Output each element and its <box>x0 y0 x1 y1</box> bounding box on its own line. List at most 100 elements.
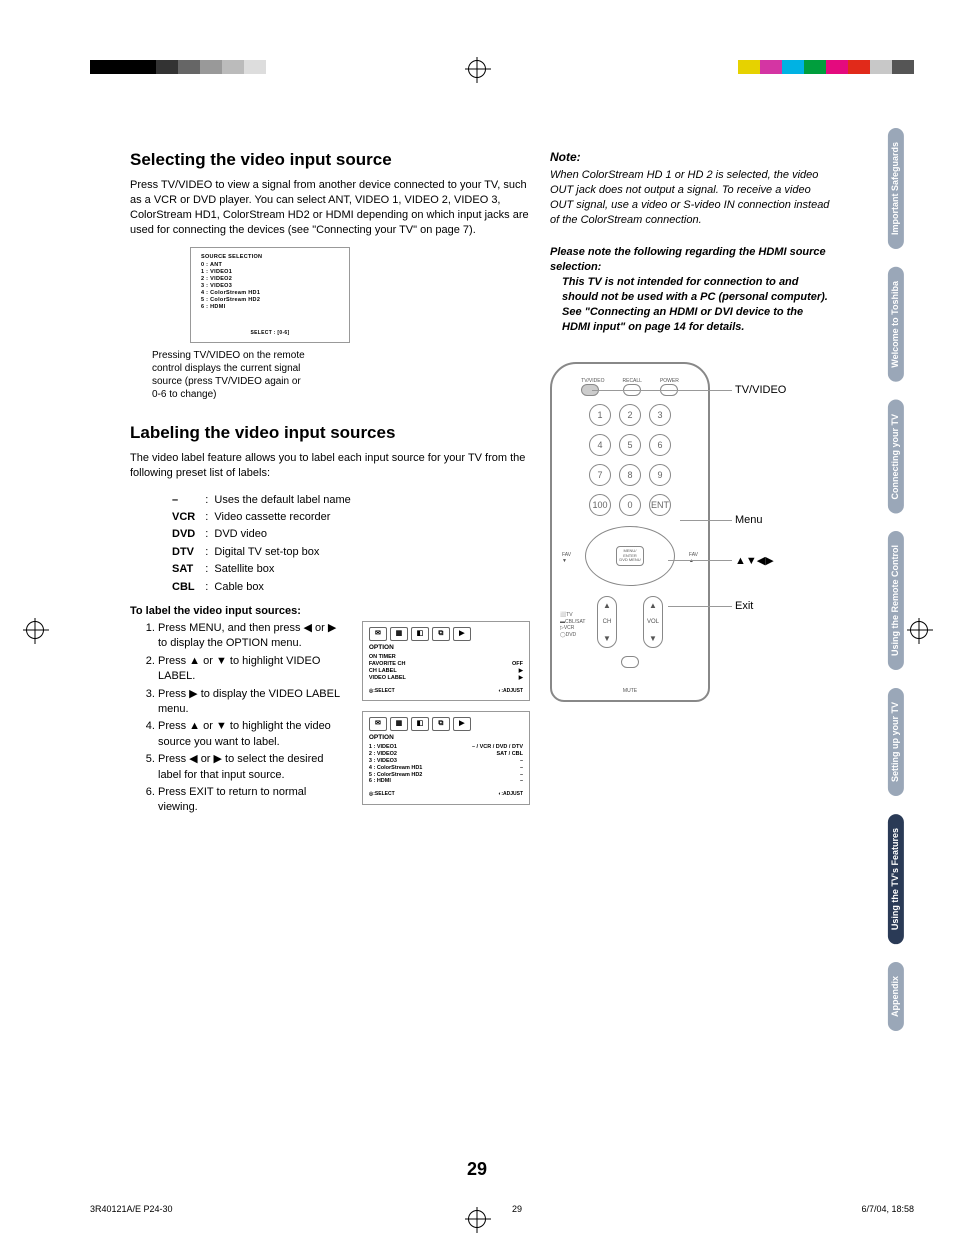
osd-item: 6 : HDMI <box>201 304 339 311</box>
menu-option-2: ✉▦◧⧉▶ OPTION 1 : VIDEO1– / VCR / DVD / D… <box>362 711 530 805</box>
remote-mode-labels: ⬜TV▬CBL/SAT▷VCR◯DVD <box>560 612 585 638</box>
number-button-icon: 7 <box>589 464 611 486</box>
reg-swatch <box>804 60 826 74</box>
menu-foot-adjust: ◐:ADJUST <box>498 688 523 694</box>
step-item: Press ◀ or ▶ to select the desired label… <box>158 752 348 783</box>
label-desc: : Satellite box <box>205 562 351 577</box>
section-tab: Connecting your TV <box>888 400 904 514</box>
menu-row-val: – / VCR / DVD / DTV <box>472 744 523 751</box>
menu-row-key: VIDEO LABEL <box>369 675 406 682</box>
callout-exit: Exit <box>735 600 753 612</box>
registration-top <box>0 60 954 80</box>
callout-tvvideo: TV/VIDEO <box>735 384 786 396</box>
footer-left: 3R40121A/E P24-30 <box>90 1204 173 1214</box>
section-tab: Using the Remote Control <box>888 531 904 670</box>
menu-row-key: 1 : VIDEO1 <box>369 744 397 751</box>
hdmi-note-heading: Please note the following regarding the … <box>550 245 830 275</box>
step-item: Press ▲ or ▼ to highlight VIDEO LABEL. <box>158 654 348 685</box>
step-item: Press ▶ to display the VIDEO LABEL menu. <box>158 687 348 718</box>
intro-labeling: The video label feature allows you to la… <box>130 451 530 481</box>
osd-item: 5 : ColorStream HD2 <box>201 297 339 304</box>
osd-item: 1 : VIDEO1 <box>201 269 339 276</box>
menu-row-val: SAT / CBL <box>497 751 523 758</box>
label-desc: : Digital TV set-top box <box>205 545 351 560</box>
reg-swatch <box>200 60 222 74</box>
steps-list: Press MENU, and then press ◀ or ▶ to dis… <box>130 621 348 818</box>
callout-line <box>592 390 732 391</box>
menu-row-key: 3 : VIDEO3 <box>369 758 397 765</box>
number-button-icon: 6 <box>649 434 671 456</box>
menu-row-key: 2 : VIDEO2 <box>369 751 397 758</box>
mute-button-icon <box>621 656 639 668</box>
label-key: DVD <box>172 527 203 542</box>
number-button-icon: 3 <box>649 404 671 426</box>
label-key: – <box>172 493 203 508</box>
remote-control-illustration: TV/VIDEO RECALL POWER 1234567891000ENT M… <box>550 362 710 702</box>
osd-source-selection: SOURCE SELECTION 0 : ANT1 : VIDEO12 : VI… <box>190 247 350 343</box>
number-button-icon: 4 <box>589 434 611 456</box>
menu-row-val: ▶ <box>519 668 523 675</box>
menu-row-val: – <box>520 758 523 765</box>
menu-foot-select: ◎:SELECT <box>369 791 395 797</box>
note-body: When ColorStream HD 1 or HD 2 is selecte… <box>550 168 830 227</box>
callout-line <box>668 560 732 561</box>
reg-swatch <box>134 60 156 74</box>
preset-label-list: –: Uses the default label nameVCR: Video… <box>170 491 353 597</box>
menu-row-val: OFF <box>512 661 523 668</box>
menu-enter-button-icon: MENU/ENTERDVD MENU <box>616 546 644 566</box>
menu-row-val: ▶ <box>519 675 523 682</box>
reg-swatch <box>222 60 244 74</box>
number-button-icon: 2 <box>619 404 641 426</box>
section-tab: Appendix <box>888 962 904 1031</box>
print-footer: 3R40121A/E P24-30 29 6/7/04, 18:58 <box>90 1204 914 1214</box>
reg-swatch <box>848 60 870 74</box>
remote-label-recall: RECALL <box>623 378 642 384</box>
section-tab: Setting up your TV <box>888 688 904 796</box>
remote-label-tvvideo: TV/VIDEO <box>581 378 604 384</box>
number-button-icon: ENT <box>649 494 671 516</box>
page-number: 29 <box>0 1159 954 1180</box>
dpad-icon: MENU/ENTERDVD MENU <box>585 526 675 586</box>
reg-swatch <box>782 60 804 74</box>
menu-foot-select: ◎:SELECT <box>369 688 395 694</box>
step-item: Press EXIT to return to normal viewing. <box>158 785 348 816</box>
number-button-icon: 5 <box>619 434 641 456</box>
reg-swatch <box>892 60 914 74</box>
vol-rocker-icon: ▲VOL▼ <box>643 596 663 648</box>
label-desc: : Cable box <box>205 580 351 595</box>
osd-caption: Pressing TV/VIDEO on the remote control … <box>152 349 312 401</box>
intro-selecting: Press TV/VIDEO to view a signal from ano… <box>130 178 530 237</box>
label-key: SAT <box>172 562 203 577</box>
label-key: CBL <box>172 580 203 595</box>
osd-item: 3 : VIDEO3 <box>201 283 339 290</box>
osd-item: 4 : ColorStream HD1 <box>201 290 339 297</box>
heading-labeling: Labeling the video input sources <box>130 423 530 443</box>
label-key: DTV <box>172 545 203 560</box>
crosshair-icon <box>468 60 486 78</box>
step-item: Press MENU, and then press ◀ or ▶ to dis… <box>158 621 348 652</box>
menu-row-key: 6 : HDMI <box>369 778 391 785</box>
footer-right: 6/7/04, 18:58 <box>861 1204 914 1214</box>
remote-label-power: POWER <box>660 378 679 384</box>
menu-foot-adjust: ◐:ADJUST <box>498 791 523 797</box>
reg-swatch <box>870 60 892 74</box>
heading-selecting: Selecting the video input source <box>130 150 530 170</box>
menu-row-val: – <box>520 765 523 772</box>
label-key: VCR <box>172 510 203 525</box>
menu-row-val: – <box>520 772 523 779</box>
reg-swatch <box>244 60 266 74</box>
subhead-steps: To label the video input sources: <box>130 605 530 617</box>
reg-swatch <box>826 60 848 74</box>
menu-option-1: ✉▦◧⧉▶ OPTION ON TIMERFAVORITE CHOFFCH LA… <box>362 621 530 701</box>
callout-line <box>680 520 732 521</box>
menu-row-key: ON TIMER <box>369 654 396 661</box>
reg-swatch <box>178 60 200 74</box>
reg-swatch <box>738 60 760 74</box>
number-button-icon: 1 <box>589 404 611 426</box>
hdmi-note-body: This TV is not intended for connection t… <box>550 275 830 334</box>
remote-label-mute: MUTE <box>623 688 637 694</box>
menu-title: OPTION <box>369 644 523 652</box>
label-desc: : DVD video <box>205 527 351 542</box>
reg-swatch <box>156 60 178 74</box>
section-tab: Welcome to Toshiba <box>888 267 904 382</box>
